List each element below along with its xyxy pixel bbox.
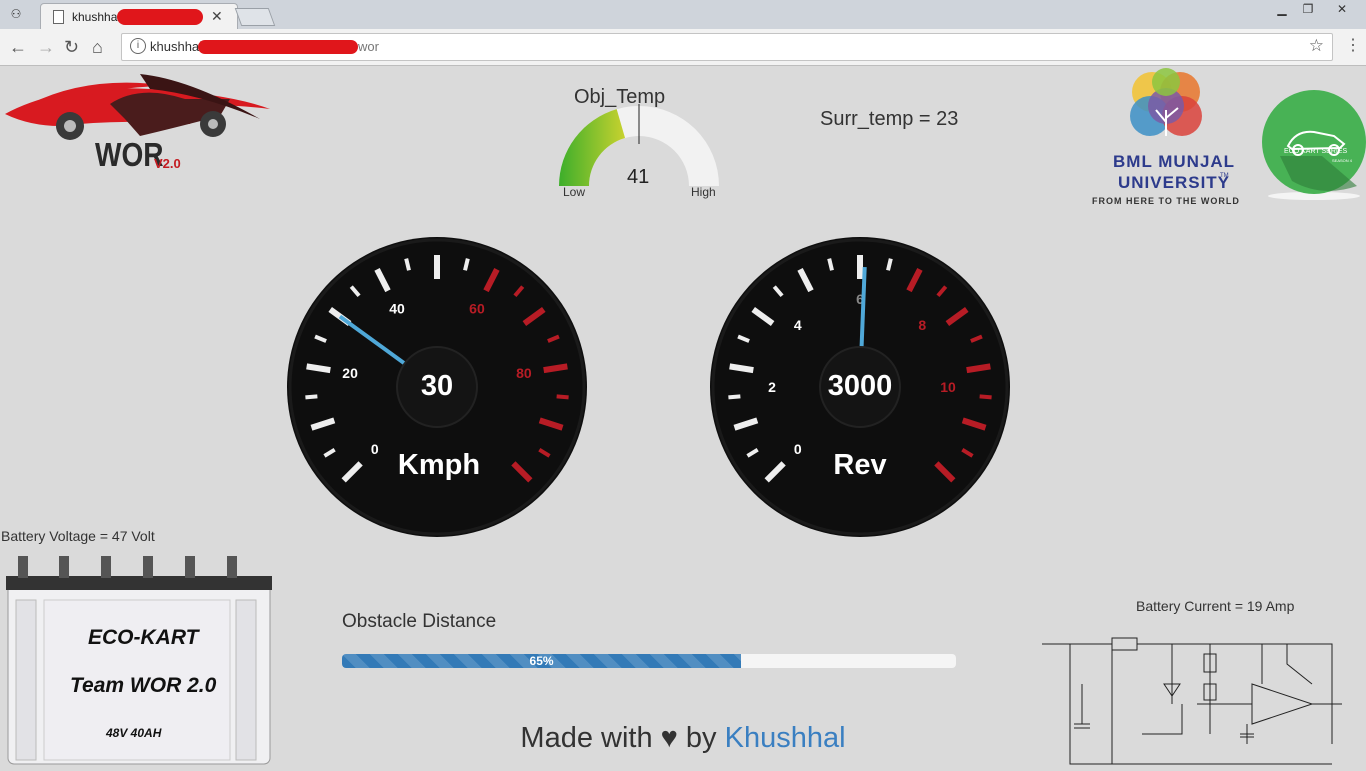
browser-tab-bar: ⚇ khushhal ✕ ▁ ❐ ✕ — [0, 0, 1366, 30]
forward-icon[interactable]: → — [37, 37, 55, 58]
rev-value: 3000 — [827, 370, 893, 402]
speed-tick-label: 60 — [469, 301, 485, 317]
obstacle-progress-fill: 65% — [342, 654, 742, 668]
eco-kart-badge-season: SEASON 4 — [1332, 158, 1353, 163]
redaction-mark — [117, 9, 203, 25]
wor-logo: WOR V2.0 — [0, 64, 280, 179]
university-name-line2: UNIVERSITY — [1118, 173, 1231, 192]
minimize-icon[interactable]: ▁ — [1270, 1, 1294, 17]
obj-temp-value: 41 — [627, 166, 650, 188]
rev-tick-label: 4 — [794, 317, 802, 333]
battery-voltage-readout: Battery Voltage = 47 Volt — [1, 528, 155, 544]
obstacle-progress-bar: 65% — [342, 654, 956, 668]
university-tagline: FROM HERE TO THE WORLD — [1092, 196, 1240, 206]
author-link[interactable]: Khushhal — [725, 722, 846, 754]
tab-title: khushhal — [72, 10, 121, 24]
rev-gauge: 0 2 4 6 8 10 3000 Rev — [710, 237, 1012, 539]
speed-unit: Kmph — [397, 449, 481, 481]
window-close-icon[interactable]: ✕ — [1330, 1, 1354, 17]
obj-temp-low-label: Low — [563, 185, 586, 199]
rev-tick — [886, 258, 893, 271]
reload-icon[interactable]: ↻ — [64, 37, 79, 58]
tree-logo-graphic — [1130, 68, 1202, 136]
battery-label-line1: ECO-KART — [88, 626, 199, 649]
address-toolbar: ← → ↻ ⌂ i khushhal wor ☆ ⋮ — [0, 29, 1366, 66]
rev-tick-label: 8 — [918, 317, 926, 333]
address-bar[interactable]: i khushhal wor ☆ — [121, 33, 1333, 61]
speed-tick — [404, 258, 411, 271]
speed-gauge: 0 20 40 60 80 30 Kmph — [287, 237, 589, 539]
footer-credit: Made with ♥ by Khushhal — [0, 722, 1366, 755]
obj-temp-high-label: High — [691, 185, 716, 199]
close-icon[interactable]: ✕ — [211, 8, 223, 25]
speed-value: 30 — [420, 370, 454, 402]
university-tm: TM — [1220, 173, 1229, 179]
rev-unit: Rev — [833, 449, 887, 481]
obj-temp-fill — [559, 109, 626, 186]
bookmark-star-icon[interactable]: ☆ — [1309, 36, 1324, 56]
url-end: wor — [358, 39, 379, 54]
redaction-mark — [198, 40, 358, 54]
university-name-line1: BML MUNJAL — [1113, 152, 1236, 171]
eco-kart-badge-title: ECO KART SERIES — [1284, 148, 1348, 155]
url-start: khushhal — [150, 39, 203, 54]
speed-tick-label: 40 — [389, 301, 405, 317]
university-logo: BML MUNJAL UNIVERSITY TM FROM HERE TO TH… — [1090, 66, 1250, 208]
battery-current-readout: Battery Current = 19 Amp — [1136, 598, 1295, 614]
home-icon[interactable]: ⌂ — [92, 37, 103, 58]
obstacle-distance-label: Obstacle Distance — [342, 611, 497, 632]
back-icon[interactable]: ← — [9, 37, 27, 58]
rev-tick — [827, 258, 834, 271]
speed-tick — [463, 258, 470, 271]
browser-tab[interactable]: khushhal ✕ — [40, 3, 238, 30]
eco-kart-logo-graphic — [1262, 90, 1366, 200]
page-icon — [53, 10, 64, 24]
new-tab-button[interactable] — [234, 8, 276, 26]
menu-icon[interactable]: ⋮ — [1345, 35, 1361, 55]
logo-version: V2.0 — [154, 156, 181, 171]
battery-label-line2: Team WOR 2.0 — [70, 674, 217, 697]
footer-prefix: Made with ♥ by — [520, 722, 725, 754]
info-icon[interactable]: i — [130, 38, 146, 54]
restore-icon[interactable]: ❐ — [1296, 1, 1320, 17]
surr-temp-readout: Surr_temp = 23 — [820, 108, 959, 130]
eco-kart-badge: ECO KART SERIES SEASON 4 — [1262, 86, 1366, 200]
incognito-icon: ⚇ — [10, 7, 22, 21]
